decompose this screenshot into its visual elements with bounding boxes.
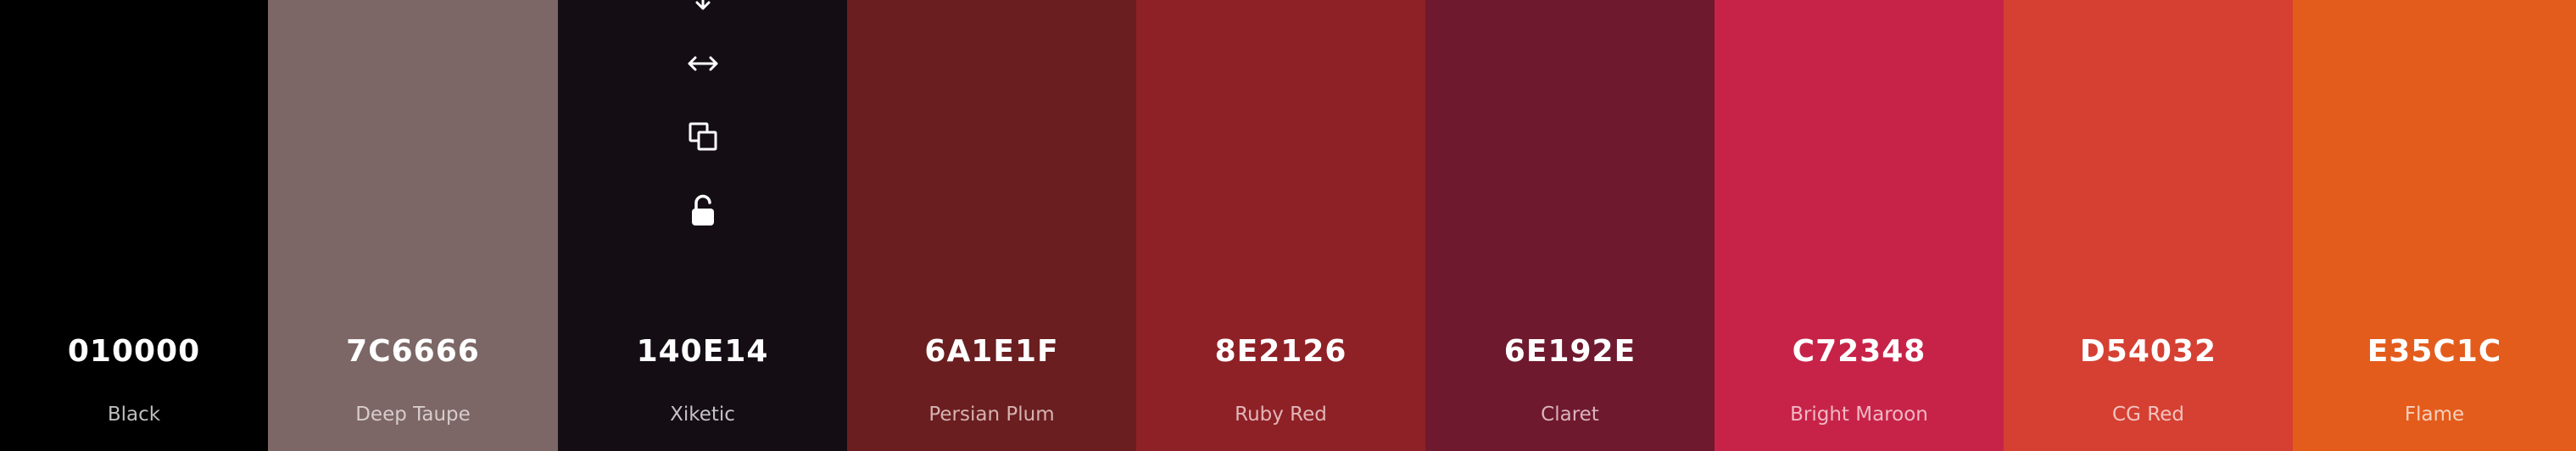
color-name[interactable]: Bright Maroon [1715, 402, 2004, 427]
copy-button[interactable] [684, 118, 722, 155]
lock-toggle-button[interactable] [684, 192, 722, 229]
color-name[interactable]: Ruby Red [1136, 402, 1425, 427]
swap-horizontal-icon [688, 56, 717, 71]
hex-code[interactable]: 6A1E1F [847, 332, 1136, 371]
hex-code[interactable]: 010000 [0, 332, 268, 371]
hex-code[interactable]: D54032 [2004, 332, 2293, 371]
swatch-cg-red[interactable]: D54032 CG Red [2004, 0, 2293, 451]
drag-vertical-button[interactable] [684, 0, 722, 17]
color-name[interactable]: Black [0, 402, 268, 427]
hex-code[interactable]: 6E192E [1425, 332, 1715, 371]
color-name[interactable]: Xiketic [558, 402, 847, 427]
color-name[interactable]: Claret [1425, 402, 1715, 427]
hex-code[interactable]: C72348 [1715, 332, 2004, 371]
color-palette: 010000 Black 7C6666 Deep Taupe 140E14 Xi… [0, 0, 2576, 451]
swatch-xiketic[interactable]: 140E14 Xiketic [558, 0, 847, 451]
swatch-ruby-red[interactable]: 8E2126 Ruby Red [1136, 0, 1425, 451]
hex-code[interactable]: 8E2126 [1136, 332, 1425, 371]
color-name[interactable]: CG Red [2004, 402, 2293, 427]
swatch-deep-taupe[interactable]: 7C6666 Deep Taupe [268, 0, 558, 451]
drag-vertical-icon [695, 0, 710, 10]
swatch-black[interactable]: 010000 Black [0, 0, 268, 451]
hex-code[interactable]: 140E14 [558, 332, 847, 371]
unlock-icon [691, 194, 714, 226]
color-name[interactable]: Deep Taupe [268, 402, 558, 427]
copy-icon [689, 122, 716, 151]
swatch-persian-plum[interactable]: 6A1E1F Persian Plum [847, 0, 1136, 451]
color-name[interactable]: Flame [2293, 402, 2576, 427]
hex-code[interactable]: 7C6666 [268, 332, 558, 371]
swap-horizontal-button[interactable] [684, 45, 722, 82]
swatch-flame[interactable]: E35C1C Flame [2293, 0, 2576, 451]
swatch-claret[interactable]: 6E192E Claret [1425, 0, 1715, 451]
swatch-bright-maroon[interactable]: C72348 Bright Maroon [1715, 0, 2004, 451]
hex-code[interactable]: E35C1C [2293, 332, 2576, 371]
color-name[interactable]: Persian Plum [847, 402, 1136, 427]
